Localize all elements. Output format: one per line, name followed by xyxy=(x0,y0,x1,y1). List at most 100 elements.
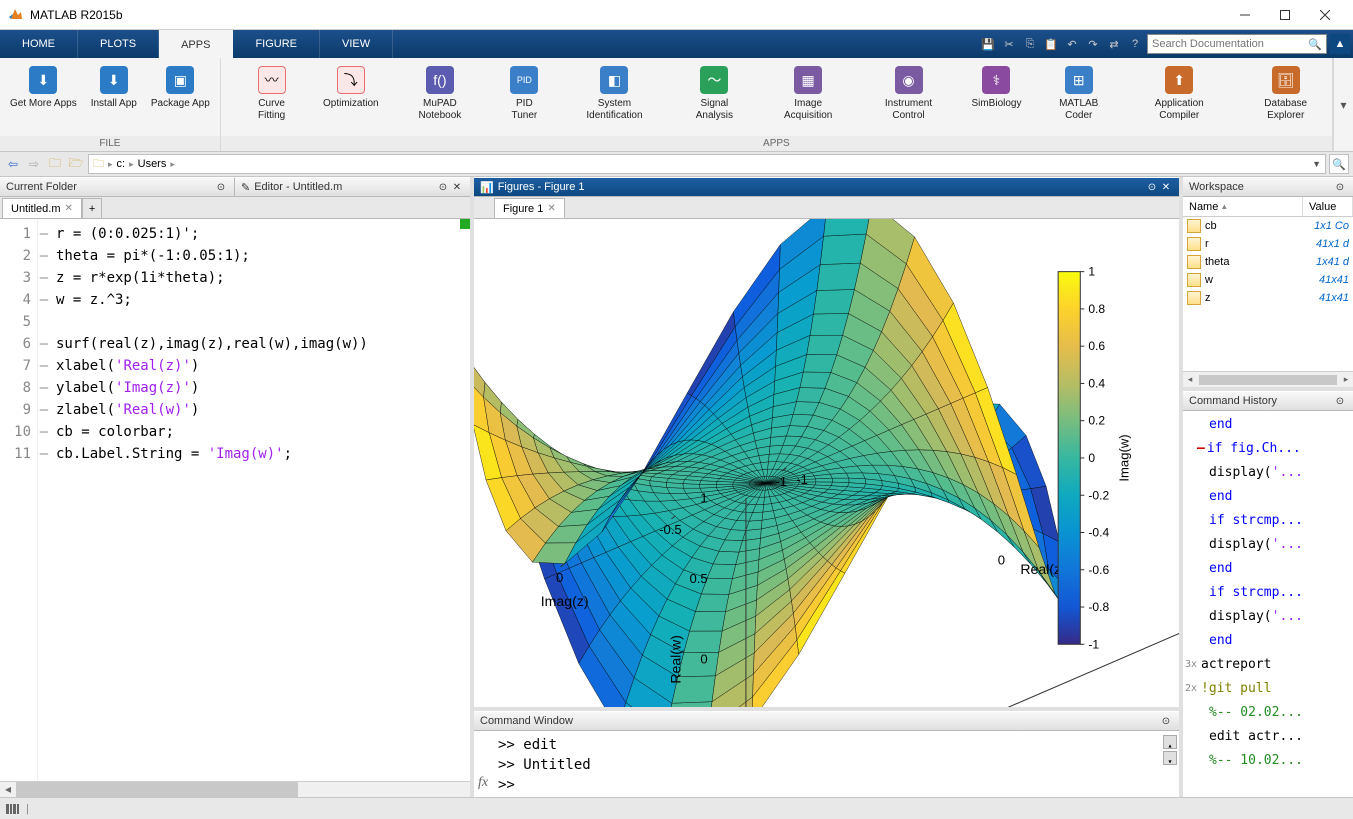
panel-menu-icon[interactable]: ⊙ xyxy=(1333,394,1347,408)
command-history-header[interactable]: Command History ⊙ xyxy=(1183,391,1353,411)
app-curve-fitting[interactable]: 〰Curve Fitting xyxy=(241,62,303,132)
command-history-body[interactable]: end–if fig.Ch...display('...endif strcmp… xyxy=(1183,411,1353,797)
path-dropdown-icon[interactable]: ▼ xyxy=(1312,159,1321,169)
workspace-var-row[interactable]: w41x41 xyxy=(1183,271,1353,289)
editor-tab-untitled[interactable]: Untitled.m ✕ xyxy=(2,198,82,218)
editor-body[interactable]: 1234567891011 –––––––––– r = (0:0.025:1)… xyxy=(0,219,470,781)
history-line[interactable]: if strcmp... xyxy=(1187,581,1349,605)
scroll-thumb[interactable] xyxy=(16,782,298,797)
workspace-hscroll[interactable]: ◂ ▸ xyxy=(1183,371,1353,387)
current-folder-header[interactable]: Current Folder ⊙ xyxy=(0,177,235,197)
nav-browse-icon[interactable]: 🗁 xyxy=(67,155,85,173)
history-line[interactable]: 3xactreport xyxy=(1187,653,1349,677)
package-app-button[interactable]: ▣ Package App xyxy=(145,62,216,132)
maximize-button[interactable] xyxy=(1265,1,1305,29)
history-line[interactable]: end xyxy=(1187,413,1349,437)
workspace-col-name[interactable]: Name▲ xyxy=(1183,197,1303,216)
search-documentation[interactable]: 🔍 xyxy=(1147,34,1327,54)
panel-menu-icon[interactable]: ⊙ xyxy=(1145,180,1159,194)
minimize-ribbon-icon[interactable]: ▲ xyxy=(1330,34,1350,54)
workspace-var-row[interactable]: cb1x1 Co xyxy=(1183,217,1353,235)
tab-close-icon[interactable]: ✕ xyxy=(65,203,73,214)
history-line[interactable]: end xyxy=(1187,485,1349,509)
minimize-button[interactable] xyxy=(1225,1,1265,29)
history-line[interactable]: display('... xyxy=(1187,533,1349,557)
address-search-button[interactable]: 🔍 xyxy=(1329,154,1349,174)
get-more-apps-button[interactable]: ⬇ Get More Apps xyxy=(4,62,83,132)
quick-cut-icon[interactable]: ✂ xyxy=(1000,35,1018,53)
app-mupad-notebook[interactable]: f()MuPAD Notebook xyxy=(399,62,480,132)
app-database-explorer[interactable]: 🗄Database Explorer xyxy=(1243,62,1328,132)
figures-header[interactable]: 📊Figures - Figure 1 ⊙ ✕ xyxy=(474,177,1179,197)
install-app-button[interactable]: ⬇ Install App xyxy=(85,62,143,132)
history-line[interactable]: %-- 02.02... xyxy=(1187,701,1349,725)
app-system-identification[interactable]: ◧System Identification xyxy=(568,62,661,132)
panel-menu-icon[interactable]: ⊙ xyxy=(1333,180,1347,194)
tab-plots[interactable]: PLOTS xyxy=(78,30,159,58)
tab-figure[interactable]: FIGURE xyxy=(233,30,320,58)
figure-tab-1[interactable]: Figure 1 ✕ xyxy=(494,198,565,218)
nav-back-icon[interactable]: ⇦ xyxy=(4,155,22,173)
fx-icon[interactable]: fx xyxy=(478,773,488,793)
app-matlab-coder[interactable]: ⊞MATLAB Coder xyxy=(1042,62,1115,132)
app-instrument-control[interactable]: ◉Instrument Control xyxy=(866,62,950,132)
tab-home[interactable]: HOME xyxy=(0,30,78,58)
app-signal-analysis[interactable]: 〜Signal Analysis xyxy=(679,62,750,132)
search-doc-input[interactable] xyxy=(1152,38,1308,50)
path-crumb[interactable]: Users xyxy=(138,158,167,170)
scroll-up-icon[interactable]: ▴ xyxy=(1163,735,1177,749)
quick-switch-icon[interactable]: ⇄ xyxy=(1105,35,1123,53)
figure-axes[interactable]: 10.50-0.5-1Imag(z)-101Real(z)-1-0.500.51… xyxy=(474,219,1179,707)
app-pid-tuner[interactable]: PIDPID Tuner xyxy=(499,62,550,132)
history-line[interactable]: –if fig.Ch... xyxy=(1187,437,1349,461)
address-path[interactable]: 🗀 ▸ c: ▸ Users ▸ ▼ xyxy=(88,154,1326,174)
workspace-col-value[interactable]: Value xyxy=(1303,197,1353,216)
workspace-var-row[interactable]: r41x1 d xyxy=(1183,235,1353,253)
history-line[interactable]: 2x!git pull xyxy=(1187,677,1349,701)
code-area[interactable]: r = (0:0.025:1)';theta = pi*(-1:0.05:1);… xyxy=(50,219,470,781)
scroll-left-icon[interactable]: ◂ xyxy=(1183,374,1197,385)
app-application-compiler[interactable]: ⬆Application Compiler xyxy=(1133,62,1225,132)
scroll-left-icon[interactable]: ◂ xyxy=(0,782,16,797)
nav-up-icon[interactable]: 🗀 xyxy=(46,155,64,173)
app-optimization[interactable]: ⤵Optimization xyxy=(320,62,381,132)
quick-redo-icon[interactable]: ↷ xyxy=(1084,35,1102,53)
tab-close-icon[interactable]: ✕ xyxy=(547,203,555,214)
panel-close-icon[interactable]: ✕ xyxy=(450,180,464,194)
nav-forward-icon[interactable]: ⇨ xyxy=(25,155,43,173)
breakpoint-gutter[interactable]: –––––––––– xyxy=(38,219,50,781)
help-icon[interactable]: ? xyxy=(1126,35,1144,53)
scroll-right-icon[interactable]: ▸ xyxy=(1339,374,1353,385)
tab-apps[interactable]: APPS xyxy=(159,30,233,58)
workspace-header[interactable]: Workspace ⊙ xyxy=(1183,177,1353,197)
path-crumb[interactable]: c: xyxy=(117,158,126,170)
history-line[interactable]: if strcmp... xyxy=(1187,509,1349,533)
quick-save-icon[interactable]: 💾 xyxy=(979,35,997,53)
close-button[interactable] xyxy=(1305,1,1345,29)
workspace-var-row[interactable]: z41x41 xyxy=(1183,289,1353,307)
scroll-thumb[interactable] xyxy=(1199,375,1337,385)
command-prompt[interactable]: >> xyxy=(480,775,1173,795)
app-simbiology[interactable]: ⚕SimBiology xyxy=(969,62,1025,132)
panel-close-icon[interactable]: ✕ xyxy=(1159,180,1173,194)
panel-menu-icon[interactable]: ⊙ xyxy=(214,180,228,194)
panel-menu-icon[interactable]: ⊙ xyxy=(436,180,450,194)
quick-copy-icon[interactable]: ⎘ xyxy=(1021,35,1039,53)
editor-new-tab-button[interactable]: + xyxy=(82,198,102,218)
history-line[interactable]: display('... xyxy=(1187,605,1349,629)
quick-paste-icon[interactable]: 📋 xyxy=(1042,35,1060,53)
history-line[interactable]: end xyxy=(1187,629,1349,653)
history-line[interactable]: %-- 10.02... xyxy=(1187,749,1349,773)
quick-undo-icon[interactable]: ↶ xyxy=(1063,35,1081,53)
command-window-header[interactable]: Command Window ⊙ xyxy=(474,711,1179,731)
scroll-down-icon[interactable]: ▾ xyxy=(1163,751,1177,765)
app-image-acquisition[interactable]: ▦Image Acquisition xyxy=(768,62,849,132)
panel-menu-icon[interactable]: ⊙ xyxy=(1159,714,1173,728)
ribbon-apps-more[interactable]: ▾ xyxy=(1333,58,1353,151)
tab-view[interactable]: VIEW xyxy=(320,30,393,58)
command-window-body[interactable]: >> edit >> Untitled >> fx ▴ ▾ xyxy=(474,731,1179,797)
history-line[interactable]: edit actr... xyxy=(1187,725,1349,749)
editor-header[interactable]: ✎Editor - Untitled.m ⊙ ✕ xyxy=(235,177,470,197)
history-line[interactable]: display('... xyxy=(1187,461,1349,485)
search-icon[interactable]: 🔍 xyxy=(1308,38,1322,51)
